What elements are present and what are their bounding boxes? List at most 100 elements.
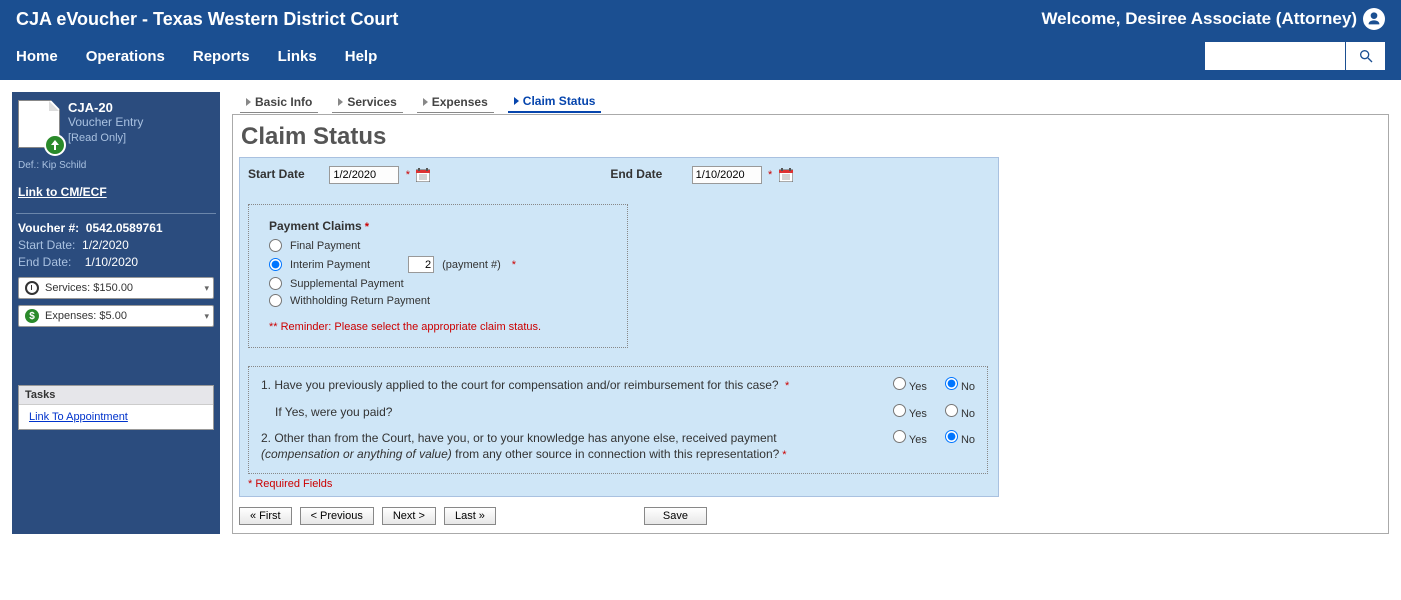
voucher-info: Voucher #: 0542.0589761 Start Date: 1/2/… <box>18 220 214 271</box>
side-start-label: Start Date: <box>18 238 75 252</box>
services-pill[interactable]: Services: $150.00 ▾ <box>18 277 214 299</box>
yes-label: Yes <box>909 434 927 446</box>
required-marker: * <box>406 169 410 181</box>
last-button[interactable]: Last » <box>444 507 496 525</box>
claim-panel: Claim Status Start Date * End Date * <box>232 114 1389 534</box>
question-2-italic: (compensation or anything of value) <box>261 447 452 461</box>
side-end-val: 1/10/2020 <box>85 255 138 269</box>
radio-interim-payment[interactable] <box>269 258 282 271</box>
label-supplemental-payment: Supplemental Payment <box>290 278 404 290</box>
tab-claim-label: Claim Status <box>523 94 596 108</box>
tab-claim-status[interactable]: Claim Status <box>508 92 602 113</box>
side-end-label: End Date: <box>18 255 71 269</box>
radio-final-payment[interactable] <box>269 239 282 252</box>
start-date-label: Start Date <box>248 167 326 181</box>
nav-help[interactable]: Help <box>345 48 378 65</box>
content-area: Basic Info Services Expenses Claim Statu… <box>232 92 1389 534</box>
radio-supplemental-payment[interactable] <box>269 277 282 290</box>
required-marker: * <box>785 380 789 392</box>
nav-links[interactable]: Links <box>278 48 317 65</box>
required-marker: * <box>768 169 772 181</box>
payment-claims-title: Payment Claims <box>269 219 362 233</box>
required-marker: * <box>782 449 786 461</box>
side-start-val: 1/2/2020 <box>82 238 129 252</box>
search-bar <box>1205 42 1385 70</box>
upload-arrow-icon <box>44 134 66 156</box>
end-date-input[interactable] <box>692 166 762 184</box>
nav-home[interactable]: Home <box>16 48 58 65</box>
user-icon[interactable] <box>1363 8 1385 30</box>
first-button[interactable]: « First <box>239 507 292 525</box>
nav-reports[interactable]: Reports <box>193 48 250 65</box>
page-title: Claim Status <box>241 123 1380 151</box>
next-button[interactable]: Next > <box>382 507 436 525</box>
search-input[interactable] <box>1205 42 1345 70</box>
link-cm-ecf[interactable]: Link to CM/ECF <box>18 185 107 199</box>
calendar-icon[interactable] <box>779 168 793 182</box>
nav-operations[interactable]: Operations <box>86 48 165 65</box>
triangle-icon <box>514 97 519 105</box>
services-pill-label: Services: $150.00 <box>45 282 133 294</box>
expenses-pill-label: Expenses: $5.00 <box>45 310 127 322</box>
tab-bar: Basic Info Services Expenses Claim Statu… <box>232 92 1389 113</box>
readonly-badge: [Read Only] <box>68 132 143 144</box>
no-label: No <box>961 381 975 393</box>
required-marker: * <box>365 221 369 233</box>
payment-number-input[interactable] <box>408 256 434 273</box>
label-withholding-return: Withholding Return Payment <box>290 295 430 307</box>
link-to-appointment[interactable]: Link To Appointment <box>29 411 128 423</box>
question-2-part1: 2. Other than from the Court, have you, … <box>261 431 777 445</box>
question-1: 1. Have you previously applied to the co… <box>261 378 779 392</box>
chevron-down-icon: ▾ <box>204 311 209 322</box>
reminder-text: ** Reminder: Please select the appropria… <box>269 321 607 333</box>
voucher-number-label: Voucher #: <box>18 221 79 235</box>
tab-basic-info[interactable]: Basic Info <box>240 92 318 113</box>
required-fields-note: * Required Fields <box>248 478 988 490</box>
yes-label: Yes <box>909 381 927 393</box>
app-header: CJA eVoucher - Texas Western District Co… <box>0 0 1401 80</box>
q2-no-radio[interactable] <box>945 430 958 443</box>
yes-label: Yes <box>909 408 927 420</box>
required-marker: * <box>512 259 516 271</box>
q1-no-radio[interactable] <box>945 377 958 390</box>
start-date-input[interactable] <box>329 166 399 184</box>
tasks-panel: Tasks Link To Appointment <box>18 385 214 430</box>
q2-yes-radio[interactable] <box>893 430 906 443</box>
radio-withholding-return[interactable] <box>269 294 282 307</box>
q1-yes-radio[interactable] <box>893 377 906 390</box>
label-final-payment: Final Payment <box>290 240 360 252</box>
payment-number-label: (payment #) <box>442 259 501 271</box>
welcome-text: Welcome, Desiree Associate (Attorney) <box>1041 8 1385 30</box>
no-label: No <box>961 408 975 420</box>
search-button[interactable] <box>1345 42 1385 70</box>
tab-basic-label: Basic Info <box>255 95 312 109</box>
footer-buttons: « First < Previous Next > Last » Save <box>239 507 1380 525</box>
triangle-icon <box>423 98 428 106</box>
question-1a: If Yes, were you paid? <box>275 404 835 420</box>
tab-expenses-label: Expenses <box>432 95 488 109</box>
tab-services[interactable]: Services <box>332 92 402 113</box>
previous-button[interactable]: < Previous <box>300 507 374 525</box>
q1a-no-radio[interactable] <box>945 404 958 417</box>
voucher-code: CJA-20 <box>68 100 143 115</box>
q1a-yes-radio[interactable] <box>893 404 906 417</box>
label-interim-payment: Interim Payment <box>290 259 370 271</box>
tab-expenses[interactable]: Expenses <box>417 92 494 113</box>
payment-claims-fieldset: Payment Claims* Final Payment Interim Pa… <box>248 204 628 348</box>
save-button[interactable]: Save <box>644 507 707 525</box>
no-label: No <box>961 434 975 446</box>
dollar-icon: $ <box>25 309 39 323</box>
calendar-icon[interactable] <box>416 168 430 182</box>
voucher-number: 0542.0589761 <box>86 221 163 235</box>
clock-icon <box>25 281 39 295</box>
end-date-label: End Date <box>610 167 688 181</box>
triangle-icon <box>246 98 251 106</box>
question-2-part2: from any other source in connection with… <box>452 447 780 461</box>
expenses-pill[interactable]: $ Expenses: $5.00 ▾ <box>18 305 214 327</box>
main-nav: Home Operations Reports Links Help <box>16 48 377 65</box>
questions-fieldset: 1. Have you previously applied to the co… <box>248 366 988 474</box>
chevron-down-icon: ▾ <box>204 283 209 294</box>
sidebar: CJA-20 Voucher Entry [Read Only] Def.: K… <box>12 92 220 534</box>
search-icon <box>1358 48 1374 64</box>
app-title: CJA eVoucher - Texas Western District Co… <box>16 9 398 30</box>
